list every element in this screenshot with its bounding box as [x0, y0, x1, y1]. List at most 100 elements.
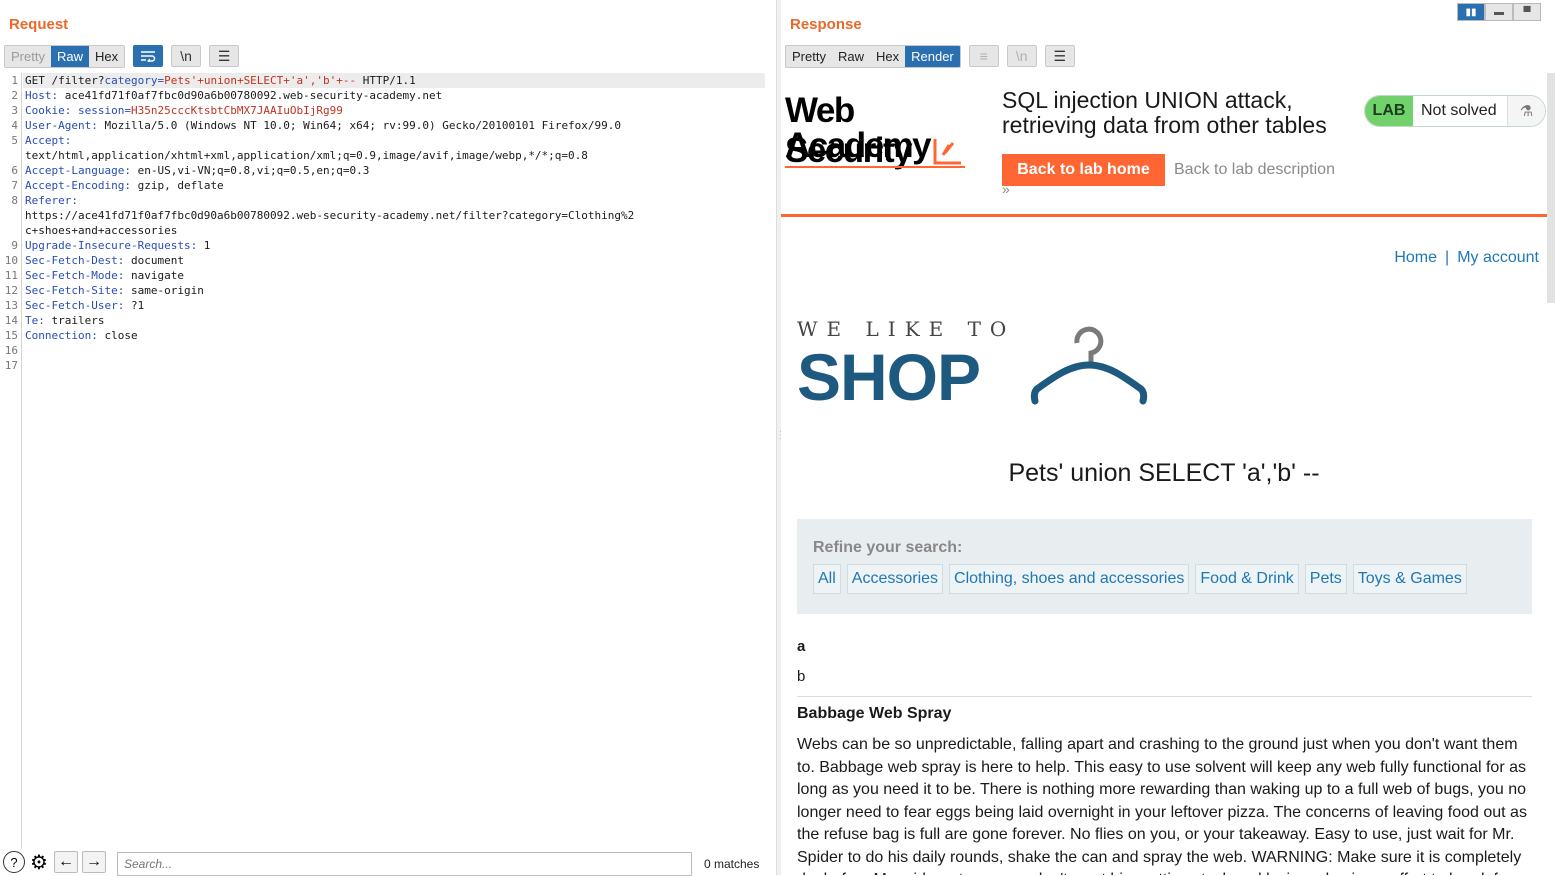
line-number: 10: [4, 254, 18, 267]
line-number: 2: [11, 89, 18, 102]
settings-gear-icon[interactable]: ⚙: [28, 851, 50, 874]
line-number: 6: [11, 164, 18, 177]
request-line[interactable]: Sec-Fetch-Dest: document: [25, 253, 762, 268]
search-results-title: Pets' union SELECT 'a','b' --: [1008, 459, 1320, 487]
request-line[interactable]: Accept-Encoding: gzip, deflate: [25, 178, 762, 193]
line-gutter: 1 2 3 4 5 6 7 8 9 10 11 12 13 14 15 16 17: [0, 73, 22, 849]
line-number: 5: [11, 134, 18, 147]
request-line[interactable]: GET /filter?category=Pets'+union+SELECT+…: [23, 73, 765, 88]
filter-accessories[interactable]: Accessories: [846, 564, 944, 594]
request-line[interactable]: Accept:: [25, 133, 762, 148]
request-line[interactable]: Te: trailers: [25, 313, 762, 328]
wrap-icon[interactable]: ≡: [968, 45, 999, 67]
my-account-link[interactable]: My account: [1457, 249, 1539, 266]
filter-food-drink[interactable]: Food & Drink: [1195, 564, 1299, 594]
line-number: 17: [4, 359, 18, 372]
request-editor[interactable]: 1 2 3 4 5 6 7 8 9 10 11 12 13 14 15 16 17 GET /filter?ca…: [0, 73, 766, 849]
top-navigation: Home | My account: [1394, 249, 1539, 267]
tab-pretty[interactable]: Pretty: [786, 45, 832, 67]
filter-all[interactable]: All: [813, 564, 841, 594]
hanger-icon: [1030, 326, 1148, 405]
line-number: 4: [11, 119, 18, 132]
request-line[interactable]: Cookie: session=H35n25cccKtsbtCbMX7JAAIu…: [25, 103, 762, 118]
scrollbar[interactable]: [1547, 73, 1555, 303]
home-link[interactable]: Home: [1394, 249, 1437, 266]
menu-icon[interactable]: ☰: [1044, 45, 1075, 67]
lab-title: SQL injection UNION attack, retrieving d…: [1002, 87, 1327, 138]
previous-match-icon[interactable]: ←: [54, 851, 78, 873]
filter-toys-games[interactable]: Toys & Games: [1352, 564, 1467, 594]
wrap-icon[interactable]: [133, 45, 164, 67]
response-toolbar: Pretty Raw Hex Render ≡ \n ☰: [785, 44, 1075, 68]
tab-raw[interactable]: Raw: [831, 45, 870, 67]
shop-logo: WE LIKE TO SHOP: [797, 317, 1157, 417]
response-view-tabs: Pretty Raw Hex Render: [785, 44, 961, 68]
lab-badge: LAB: [1365, 96, 1413, 126]
lab-status-widget: LAB Not solved ⚗: [1364, 95, 1546, 127]
line-number: 11: [4, 269, 18, 282]
request-line[interactable]: Sec-Fetch-Site: same-origin: [25, 283, 762, 298]
lab-header: Web Security Academy SQL injection UNION…: [781, 73, 1547, 217]
request-line[interactable]: Sec-Fetch-Mode: navigate: [25, 268, 762, 283]
match-count: 0 matches: [704, 857, 760, 871]
back-to-lab-description-link[interactable]: Back to lab description: [1174, 161, 1335, 179]
newline-icon[interactable]: \n: [1006, 45, 1037, 67]
shop-logo-tagline: WE LIKE TO: [797, 317, 1016, 341]
side-by-side-layout-icon[interactable]: ▮▮: [1457, 3, 1485, 21]
refine-search-box: Refine your search: All Accessories Clot…: [797, 519, 1532, 614]
flask-icon: ⚗: [1507, 96, 1545, 126]
tabs-layout-icon[interactable]: ▀: [1513, 3, 1541, 21]
filter-pets[interactable]: Pets: [1304, 564, 1347, 594]
search-input[interactable]: [117, 852, 692, 876]
web-security-academy-logo[interactable]: Web Security Academy: [785, 91, 985, 170]
line-number: 12: [4, 284, 18, 297]
back-to-lab-home-button[interactable]: Back to lab home: [1002, 154, 1165, 186]
filter-clothing[interactable]: Clothing, shoes and accessories: [949, 564, 1190, 594]
request-toolbar: Pretty Raw Hex \n ☰: [4, 44, 240, 68]
request-line[interactable]: Accept-Language: en-US,vi-VN;q=0.8,vi;q=…: [25, 163, 762, 178]
tab-raw[interactable]: Raw: [50, 45, 89, 67]
logo-line2: Academy: [785, 126, 932, 165]
product-description: Webs can be so unpredictable, falling ap…: [797, 736, 1527, 875]
line-number: 9: [11, 239, 18, 252]
nav-separator: |: [1445, 249, 1450, 266]
request-line[interactable]: Connection: close: [25, 328, 762, 343]
results-table: a b Babbage Web Spray Webs can be so unp…: [797, 637, 1532, 875]
layout-switcher: ▮▮ ▬ ▀: [1457, 3, 1541, 21]
request-line[interactable]: c+shoes+and+accessories: [25, 223, 762, 238]
category-filters: All Accessories Clothing, shoes and acce…: [813, 564, 1473, 594]
line-number: 13: [4, 299, 18, 312]
request-line[interactable]: User-Agent: Mozilla/5.0 (Windows NT 10.0…: [25, 118, 762, 133]
request-view-tabs: Pretty Raw Hex: [4, 44, 126, 68]
result-row-a: a: [797, 638, 806, 655]
request-line[interactable]: Upgrade-Insecure-Requests: 1: [25, 238, 762, 253]
request-line[interactable]: text/html,application/xhtml+xml,applicat…: [25, 148, 762, 163]
menu-icon[interactable]: ☰: [209, 45, 240, 67]
request-title: Request: [9, 16, 69, 33]
request-line[interactable]: Referer:: [25, 193, 762, 208]
request-line[interactable]: Host: ace41fd71f0af7fbc0d90a6b00780092.w…: [25, 88, 762, 103]
newline-icon[interactable]: \n: [171, 45, 202, 67]
response-pane: Response ▮▮ ▬ ▀ Pretty Raw Hex Render ≡ …: [781, 0, 1555, 875]
line-number: 15: [4, 329, 18, 342]
response-title: Response: [790, 16, 862, 33]
line-number: 14: [4, 314, 18, 327]
help-icon[interactable]: ?: [3, 851, 25, 873]
tab-pretty[interactable]: Pretty: [5, 45, 51, 67]
logo-bolt-icon: [933, 139, 961, 165]
horizontal-layout-icon[interactable]: ▬: [1485, 3, 1513, 21]
refine-label: Refine your search:: [813, 539, 963, 556]
chevrons-icon: »: [1002, 181, 1010, 197]
status-text: Not solved: [1421, 102, 1497, 119]
tab-hex[interactable]: Hex: [88, 45, 125, 67]
request-line[interactable]: Sec-Fetch-User: ?1: [25, 298, 762, 313]
request-pane: Request Pretty Raw Hex \n ☰ 1 2 3 4 5 6 7 8 9 10 1…: [0, 0, 776, 876]
tab-render[interactable]: Render: [905, 45, 960, 67]
request-search-bar: ? ⚙ ← → 0 matches: [0, 849, 776, 876]
rendered-page: Web Security Academy SQL injection UNION…: [781, 73, 1555, 875]
next-match-icon[interactable]: →: [82, 851, 106, 873]
request-line[interactable]: https://ace41fd71f0af7fbc0d90a6b00780092…: [25, 208, 762, 223]
line-number: 16: [4, 344, 18, 357]
tab-hex[interactable]: Hex: [869, 45, 906, 67]
line-number: 3: [11, 104, 18, 117]
